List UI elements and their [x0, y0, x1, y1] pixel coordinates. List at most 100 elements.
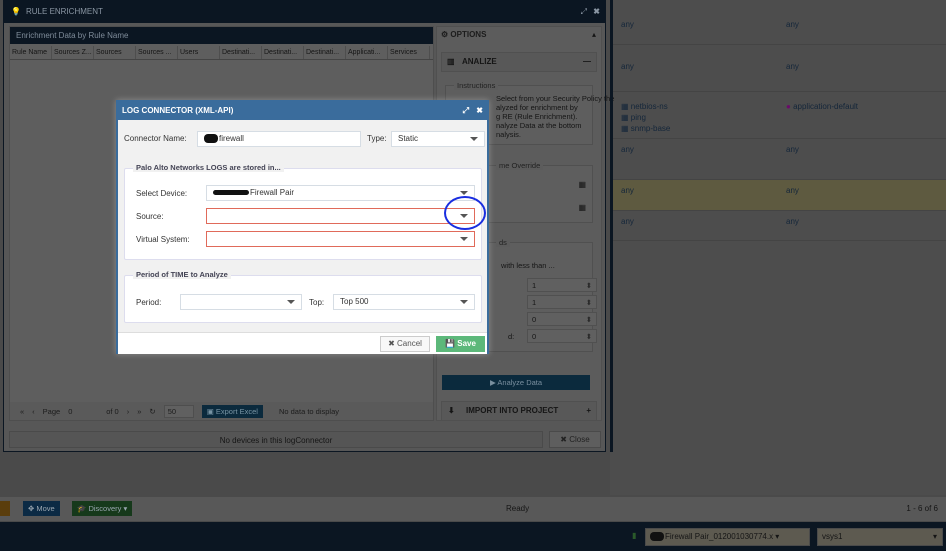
- page-input[interactable]: 0: [68, 407, 98, 416]
- maximize-icon[interactable]: ⤢: [581, 1, 587, 23]
- app-name: snmp-base: [630, 124, 671, 133]
- plus-icon[interactable]: +: [586, 402, 591, 420]
- annotation-circle: [444, 196, 486, 230]
- select-device-value: Firewall Pair: [250, 188, 295, 197]
- cell: any: [786, 20, 799, 29]
- cell: ▦ netbios-ns: [621, 102, 668, 111]
- table-row[interactable]: any any: [610, 211, 946, 241]
- minus-icon[interactable]: —: [583, 53, 591, 71]
- grid-column-headers: Rule Name Sources Z... Sources Sources .…: [10, 46, 433, 60]
- first-page-icon[interactable]: «: [20, 407, 24, 416]
- thresholds-text: with less than ...: [501, 261, 555, 270]
- column-header[interactable]: Sources ...: [136, 46, 178, 59]
- maximize-icon[interactable]: ⤢: [463, 102, 469, 120]
- table-row[interactable]: ▦ netbios-ns ▦ ping ▦ snmp-base ● applic…: [610, 92, 946, 139]
- close-button[interactable]: ✖ Close: [549, 431, 601, 448]
- options-header[interactable]: ⚙ OPTIONS: [441, 30, 486, 39]
- cell: any: [786, 217, 799, 226]
- cancel-button[interactable]: ✖ Cancel: [380, 336, 430, 352]
- grid-pager: « ‹ Page 0 of 0 › » ↻ 50 ▣ Export Excel …: [10, 402, 433, 420]
- dialog-footer: ✖ Cancel 💾 Save: [118, 332, 487, 354]
- calendar-icon[interactable]: ▦: [578, 180, 586, 189]
- period-dropdown[interactable]: [180, 294, 302, 310]
- close-icon[interactable]: ✖: [476, 102, 483, 120]
- cancel-label: Cancel: [397, 339, 422, 348]
- window-border: [610, 0, 613, 452]
- column-header[interactable]: Applicati...: [346, 46, 388, 59]
- column-header[interactable]: Services: [388, 46, 430, 59]
- type-value: Static: [398, 134, 419, 143]
- cell: ▦ ping: [621, 113, 646, 122]
- cell: any: [621, 186, 634, 195]
- column-header[interactable]: Sources Z...: [52, 46, 94, 59]
- logs-legend: Palo Alto Networks LOGS are stored in...: [133, 163, 284, 172]
- type-select[interactable]: Static: [391, 131, 485, 147]
- table-row[interactable]: any any: [610, 139, 946, 180]
- threshold-spinner[interactable]: 0: [527, 312, 597, 326]
- threshold-spinner[interactable]: 1: [527, 278, 597, 292]
- move-button[interactable]: ✥ Move: [23, 501, 60, 516]
- column-header[interactable]: Users: [178, 46, 220, 59]
- save-label: Save: [457, 339, 476, 348]
- analize-section-header[interactable]: ▥ ANALIZE —: [441, 52, 597, 72]
- next-page-icon[interactable]: ›: [127, 407, 130, 416]
- top-dropdown[interactable]: Top 500: [333, 294, 475, 310]
- table-row[interactable]: any any: [610, 45, 946, 92]
- text-line: g RE (Rule Enrichment).: [496, 112, 578, 121]
- type-label: Type:: [367, 134, 387, 143]
- discovery-button[interactable]: 🎓 Discovery ▾: [72, 501, 133, 516]
- window-title: RULE ENRICHMENT: [26, 7, 103, 16]
- virtual-system-label: Virtual System:: [136, 235, 190, 244]
- close-icon[interactable]: ✖: [593, 1, 600, 23]
- calendar-icon[interactable]: ▦: [578, 203, 586, 212]
- threshold-spinner[interactable]: 0: [527, 329, 597, 343]
- bottom-bar: ▮ Firewall Pair_012001030774.x ▾ vsys1 ▾: [0, 522, 946, 551]
- column-header[interactable]: Destinati...: [304, 46, 346, 59]
- toolbar-button-partial[interactable]: [0, 501, 10, 516]
- virtual-system-dropdown[interactable]: [206, 231, 475, 247]
- page-label: Page: [42, 406, 61, 416]
- last-page-icon[interactable]: »: [137, 407, 141, 416]
- select-device-dropdown[interactable]: Firewall Pair: [206, 185, 475, 201]
- save-button[interactable]: 💾 Save: [436, 336, 485, 352]
- export-excel-button[interactable]: ▣ Export Excel: [201, 404, 263, 418]
- analyze-data-button[interactable]: ▶ Analyze Data: [442, 375, 590, 390]
- vsys-select[interactable]: vsys1 ▾: [817, 528, 943, 546]
- dialog-titlebar: LOG CONNECTOR (XML-API) ⤢ ✖: [118, 102, 487, 120]
- prev-page-icon[interactable]: ‹: [32, 407, 35, 416]
- select-device-label: Select Device:: [136, 189, 188, 198]
- table-row[interactable]: any any: [610, 0, 946, 45]
- excel-icon: ▣: [206, 406, 216, 416]
- download-icon: ⬇: [448, 406, 455, 415]
- time-override-legend: me Override: [496, 161, 544, 170]
- import-title: IMPORT INTO PROJECT: [466, 406, 559, 415]
- chevron-down-icon: ▾: [932, 532, 937, 541]
- no-data-text: No data to display: [278, 406, 340, 416]
- status-bar: ✥ Move 🎓 Discovery ▾ Ready 1 - 6 of 6: [0, 496, 946, 521]
- redaction: [204, 134, 218, 144]
- column-header[interactable]: Sources: [94, 46, 136, 59]
- column-header[interactable]: Rule Name: [10, 46, 52, 59]
- vsys-select-value: vsys1: [822, 532, 843, 541]
- service-name: application-default: [793, 102, 859, 111]
- cell: ▦ snmp-base: [621, 124, 671, 133]
- chevron-down-icon: [287, 300, 295, 304]
- thresholds-legend: ds: [496, 238, 510, 247]
- analyze-label: Analyze Data: [497, 378, 543, 387]
- period-label: Period:: [136, 298, 162, 307]
- table-row-highlighted[interactable]: any any: [610, 180, 946, 211]
- page-size-input[interactable]: 50: [163, 404, 194, 418]
- threshold-spinner[interactable]: 1: [527, 295, 597, 309]
- import-section-header[interactable]: ⬇ IMPORT INTO PROJECT +: [441, 401, 597, 421]
- instructions-text: Select from your Security Policy the aly…: [496, 94, 614, 139]
- device-select[interactable]: Firewall Pair_012001030774.x ▾: [645, 528, 810, 546]
- column-header[interactable]: Destinati...: [220, 46, 262, 59]
- discovery-label: Discovery: [88, 504, 122, 513]
- status-text: Ready: [506, 504, 530, 513]
- cell: any: [621, 145, 634, 154]
- source-dropdown[interactable]: [206, 208, 475, 224]
- column-header[interactable]: Destinati...: [262, 46, 304, 59]
- refresh-icon[interactable]: ↻: [149, 407, 155, 416]
- connector-name-input[interactable]: firewall: [197, 131, 361, 147]
- collapse-icon[interactable]: ▴: [592, 30, 596, 39]
